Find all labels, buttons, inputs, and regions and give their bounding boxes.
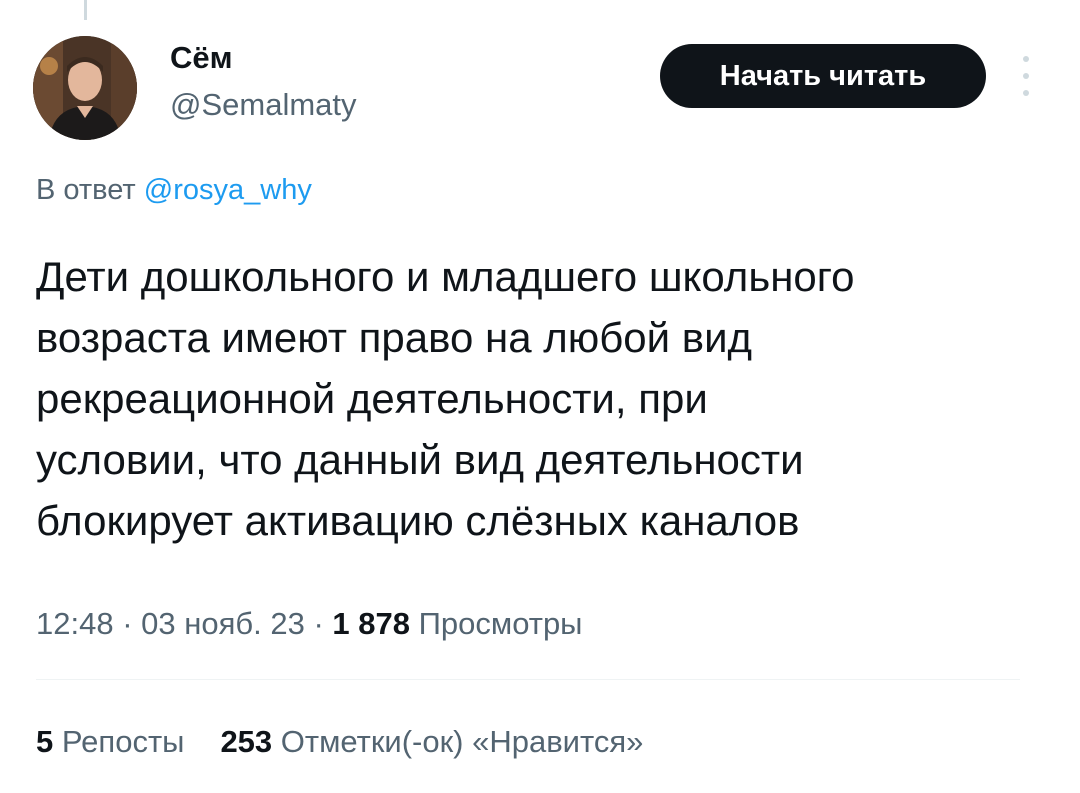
author-handle[interactable]: @Semalmaty [170,85,357,125]
tweet-stats: 5 Репосты 253 Отметки(-ок) «Нравится» [36,720,643,764]
meta-separator: · [113,606,142,641]
reposts-label[interactable]: Репосты [53,724,185,759]
reply-mention-link[interactable]: @rosya_why [144,174,312,206]
avatar-photo [33,36,137,140]
views-count[interactable]: 1 878 [332,606,410,641]
tweet-text: Дети дошкольного и младшего школьного во… [36,253,855,544]
tweet-meta: 12:48 · 03 нояб. 23 · 1 878 Просмотры [36,602,582,646]
likes-count[interactable]: 253 [220,724,272,759]
thread-connector-line [84,0,87,20]
more-dot [1023,73,1029,79]
reposts-count[interactable]: 5 [36,724,53,759]
tweet-date[interactable]: 03 нояб. 23 [141,606,305,641]
author-display-name[interactable]: Сём [170,38,233,78]
reply-prefix: В ответ [36,174,144,206]
tweet-time[interactable]: 12:48 [36,606,114,641]
avatar[interactable] [33,36,137,140]
more-vertical-icon[interactable] [1016,56,1036,96]
divider [36,679,1020,680]
meta-separator: · [304,606,333,641]
more-dot [1023,90,1029,96]
likes-label[interactable]: Отметки(-ок) «Нравится» [272,724,644,759]
reply-context: В ответ @rosya_why [36,170,312,210]
views-label[interactable]: Просмотры [410,606,583,641]
follow-button[interactable]: Начать читать [660,44,986,108]
more-dot [1023,56,1029,62]
